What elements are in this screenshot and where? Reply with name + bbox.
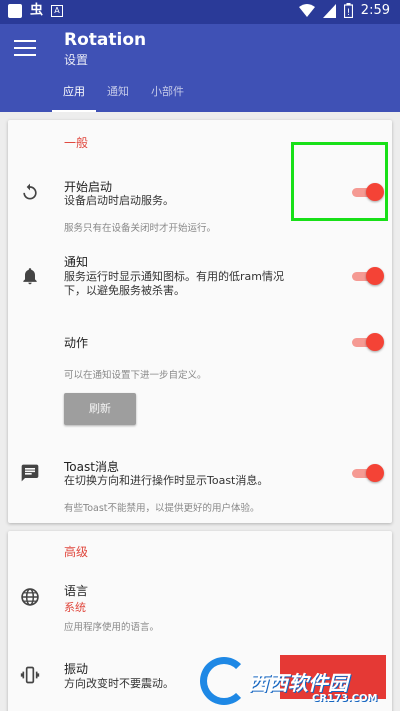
status-bar: 虫 A ! 2:59	[0, 0, 400, 24]
bug-glyph-icon: 虫	[30, 3, 44, 18]
start-on-boot-subtitle: 设备启动时启动服务。	[64, 194, 174, 207]
start-on-boot-title: 开始启动	[64, 180, 113, 194]
language-title[interactable]: 语言	[64, 582, 88, 599]
watermark-url: CR173.COM	[312, 693, 378, 704]
clock: 2:59	[360, 3, 390, 18]
menu-icon[interactable]	[14, 40, 36, 56]
toast-subtitle: 在切换方向和进行操作时显示Toast消息。	[64, 474, 269, 487]
notification-title: 通知	[64, 255, 89, 269]
watermark-logo: 西西软件园 CR173.COM	[200, 653, 400, 711]
vibration-title: 振动	[64, 662, 89, 676]
section-title-general: 一般	[64, 136, 89, 150]
toast-note: 有些Toast不能禁用，以提供更好的用户体验。	[64, 503, 260, 514]
watermark-text: 西西软件园	[248, 671, 348, 695]
tab-bar: 应用 通知 小部件	[52, 84, 195, 112]
tab-widgets[interactable]: 小部件	[140, 84, 195, 112]
message-icon	[21, 464, 39, 482]
section-title-advanced: 高级	[64, 545, 89, 559]
svg-text:!: !	[346, 8, 350, 18]
signal-icon	[322, 3, 336, 18]
font-a-icon: A	[51, 5, 64, 17]
action-note: 可以在通知设置下进一步自定义。	[64, 370, 207, 381]
app-bar: Rotation 设置 应用 通知 小部件	[0, 24, 400, 112]
vibration-icon	[20, 666, 40, 684]
notification-subtitle: 服务运行时显示通知图标。有用的低ram情况下，以避免服务被杀害。	[64, 270, 284, 297]
tab-app[interactable]: 应用	[52, 84, 96, 112]
bell-icon	[23, 268, 37, 285]
app-subtitle: 设置	[64, 53, 89, 67]
restart-icon	[23, 183, 37, 200]
language-value: 系统	[64, 601, 86, 614]
refresh-button[interactable]: 刷新	[64, 393, 136, 425]
tab-notification[interactable]: 通知	[96, 84, 140, 112]
language-note: 应用程序使用的语言。	[64, 622, 160, 633]
wifi-icon	[298, 3, 315, 17]
globe-icon	[21, 588, 39, 606]
start-on-boot-note: 服务只有在设备关闭时才开始运行。	[64, 223, 217, 234]
app-square-icon	[8, 4, 22, 18]
action-switch[interactable]	[350, 332, 384, 352]
toast-switch[interactable]	[350, 463, 384, 483]
battery-icon: !	[343, 3, 353, 18]
app-title: Rotation	[64, 30, 147, 50]
action-title: 动作	[64, 336, 89, 350]
highlight-box	[291, 142, 388, 221]
notification-switch[interactable]	[350, 266, 384, 286]
toast-title: Toast消息	[64, 460, 119, 474]
